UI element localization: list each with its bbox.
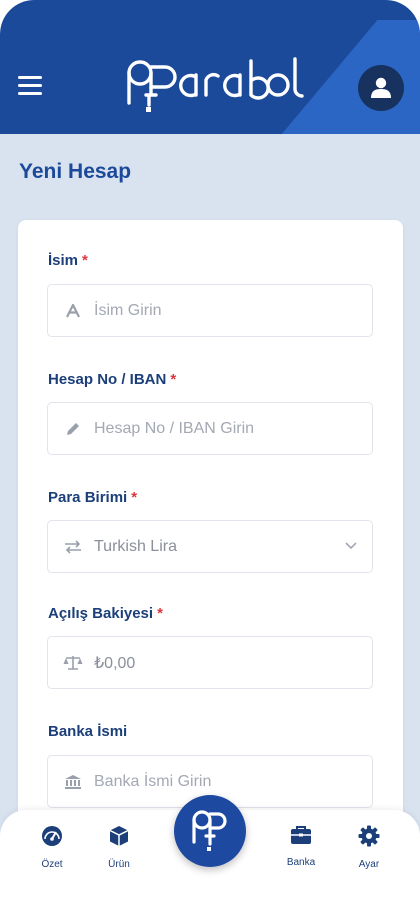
iban-input[interactable]: Hesap No / IBAN Girin xyxy=(47,402,373,455)
user-icon xyxy=(371,77,391,98)
nav-label: Ayar xyxy=(358,859,380,870)
currency-select[interactable]: Turkish Lira xyxy=(47,520,373,573)
nav-item-urun[interactable]: Ürün xyxy=(94,825,144,870)
nav-label: Özet xyxy=(41,859,63,870)
app-header xyxy=(0,0,420,134)
dashboard-icon xyxy=(42,826,62,846)
profile-button[interactable] xyxy=(358,65,404,111)
opening-balance-value: ₺0,00 xyxy=(94,654,136,672)
iban-label-text: Hesap No / IBAN xyxy=(48,371,167,388)
swap-icon xyxy=(62,539,84,554)
currency-value: Turkish Lira xyxy=(94,537,177,555)
gear-icon xyxy=(358,825,380,847)
chevron-down-icon xyxy=(345,542,357,550)
name-input[interactable]: İsim Girin xyxy=(47,284,373,337)
currency-label: Para Birimi * xyxy=(48,489,137,506)
nav-label: Banka xyxy=(286,857,316,868)
bank-icon xyxy=(62,774,84,790)
nav-item-ozet[interactable]: Özet xyxy=(27,825,77,870)
iban-label: Hesap No / IBAN * xyxy=(48,371,176,388)
opening-balance-label: Açılış Bakiyesi * xyxy=(48,605,163,622)
parabol-logo-icon xyxy=(192,810,227,851)
center-action-button[interactable] xyxy=(174,795,246,867)
bank-name-placeholder: Banka İsmi Girin xyxy=(94,772,212,790)
parabol-logo xyxy=(127,57,304,112)
required-marker: * xyxy=(131,489,138,506)
required-marker: * xyxy=(82,252,88,269)
hamburger-icon[interactable] xyxy=(18,76,42,96)
required-marker: * xyxy=(157,605,163,622)
iban-placeholder: Hesap No / IBAN Girin xyxy=(94,419,255,437)
nav-label: Ürün xyxy=(108,859,130,870)
opening-balance-label-text: Açılış Bakiyesi xyxy=(48,605,154,622)
name-placeholder: İsim Girin xyxy=(94,301,162,319)
bank-name-label: Banka İsmi xyxy=(48,723,127,740)
nav-item-ayar[interactable]: Ayar xyxy=(344,825,394,870)
briefcase-icon xyxy=(291,826,311,844)
pencil-icon xyxy=(62,421,84,437)
nav-item-banka[interactable]: Banka xyxy=(276,825,326,868)
opening-balance-input[interactable]: ₺0,00 xyxy=(47,636,373,689)
required-marker: * xyxy=(170,371,177,388)
app-screen: Yeni Hesap İsim * İsim Girin Hesap No / I… xyxy=(0,0,420,900)
box-icon xyxy=(109,826,129,846)
name-label: İsim * xyxy=(48,252,88,269)
bank-name-label-text: Banka İsmi xyxy=(48,723,128,740)
page-title: Yeni Hesap xyxy=(19,160,132,183)
currency-label-text: Para Birimi xyxy=(48,489,128,506)
scale-icon xyxy=(62,655,84,671)
name-label-text: İsim xyxy=(48,252,79,269)
text-icon xyxy=(62,303,84,318)
